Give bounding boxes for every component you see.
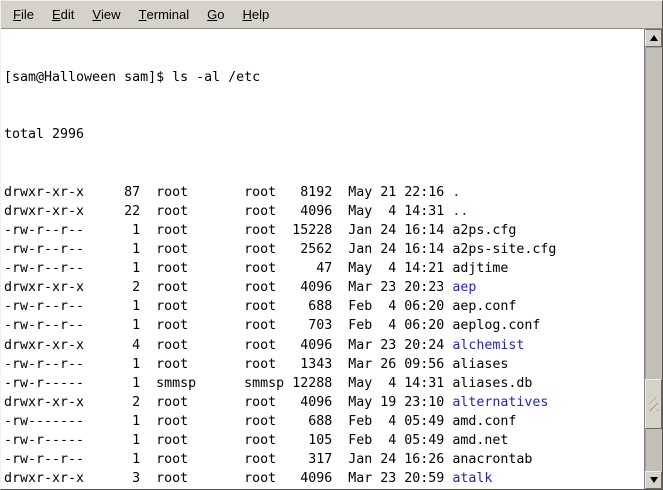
file-metadata: -rw-r----- 1 smmsp smmsp 12288 May 4 14:… [4, 376, 452, 391]
scroll-up-button[interactable] [645, 29, 662, 47]
file-metadata: -rw------- 1 root root 688 Feb 4 05:49 [4, 414, 452, 429]
arrow-up-icon [650, 35, 658, 41]
file-metadata: -rw-r--r-- 1 root root 703 Feb 4 06:20 [4, 318, 452, 333]
file-metadata: -rw-r--r-- 1 root root 15228 Jan 24 16:1… [4, 223, 452, 238]
file-metadata: -rw-r--r-- 1 root root 1343 Mar 26 09:56 [4, 357, 452, 372]
listing-row: -rw------- 1 root root 688 Feb 4 05:49 a… [4, 412, 644, 431]
file-metadata: drwxr-xr-x 4 root root 4096 Mar 23 20:24 [4, 338, 452, 353]
listing-row: -rw-r--r-- 1 root root 47 May 4 14:21 ad… [4, 259, 644, 278]
file-name: aliases [452, 357, 508, 372]
file-metadata: drwxr-xr-x 2 root root 4096 May 19 23:10 [4, 395, 452, 410]
file-name: alternatives [452, 395, 548, 410]
terminal-output[interactable]: [sam@Halloween sam]$ ls -al /etc total 2… [1, 29, 644, 489]
menu-item-terminal[interactable]: Terminal [130, 1, 199, 28]
file-metadata: -rw-r--r-- 1 root root 317 Jan 24 16:26 [4, 452, 452, 467]
scroll-down-button[interactable] [645, 471, 662, 489]
file-name: aliases.db [452, 376, 532, 391]
listing-row: drwxr-xr-x 4 root root 4096 Mar 23 20:24… [4, 336, 644, 355]
window-content: [sam@Halloween sam]$ ls -al /etc total 2… [1, 29, 662, 489]
file-metadata: drwxr-xr-x 2 root root 4096 Mar 23 20:23 [4, 280, 452, 295]
listing-row: drwxr-xr-x 3 root root 4096 Mar 23 20:59… [4, 469, 644, 488]
listing-row: drwxr-xr-x 22 root root 4096 May 4 14:31… [4, 202, 644, 221]
scrollbar-thumb[interactable] [645, 379, 662, 429]
file-name: anacrontab [452, 452, 532, 467]
listing-row: drwxr-xr-x 87 root root 8192 May 21 22:1… [4, 183, 644, 202]
scrollbar-trough[interactable] [645, 47, 662, 471]
file-listing: drwxr-xr-x 87 root root 8192 May 21 22:1… [4, 183, 644, 489]
file-metadata: drwxr-xr-x 87 root root 8192 May 21 22:1… [4, 185, 452, 200]
listing-row: -rw-r----- 1 smmsp smmsp 12288 May 4 14:… [4, 374, 644, 393]
file-metadata: -rw-r--r-- 1 root root 47 May 4 14:21 [4, 261, 452, 276]
menu-item-edit[interactable]: Edit [43, 1, 83, 28]
file-name: atalk [452, 471, 492, 486]
listing-row: -rw-r--r-- 1 root root 15228 Jan 24 16:1… [4, 221, 644, 240]
arrow-down-icon [650, 477, 658, 483]
file-name: .. [452, 204, 468, 219]
listing-row: -rw-r--r-- 1 root root 703 Feb 4 06:20 a… [4, 316, 644, 335]
terminal-window: FileEditViewTerminalGoHelp [sam@Hallowee… [0, 0, 663, 490]
file-metadata: -rw-r--r-- 1 root root 2562 Jan 24 16:14 [4, 242, 452, 257]
listing-row: -rw-r--r-- 1 root root 2562 Jan 24 16:14… [4, 240, 644, 259]
file-name: . [452, 185, 460, 200]
listing-row: -rw-r----- 1 root root 105 Feb 4 05:49 a… [4, 431, 644, 450]
menu-item-view[interactable]: View [83, 1, 129, 28]
listing-row: -rw------- 1 root root 1 Jan 24 16:45 at… [4, 488, 644, 489]
total-line: total 2996 [4, 125, 644, 144]
file-metadata: -rw-r--r-- 1 root root 688 Feb 4 06:20 [4, 299, 452, 314]
file-metadata: drwxr-xr-x 22 root root 4096 May 4 14:31 [4, 204, 452, 219]
file-metadata: -rw-r----- 1 root root 105 Feb 4 05:49 [4, 433, 452, 448]
file-name: aep [452, 280, 476, 295]
listing-row: -rw-r--r-- 1 root root 688 Feb 4 06:20 a… [4, 297, 644, 316]
menu-bar: FileEditViewTerminalGoHelp [1, 1, 662, 29]
file-name: amd.net [452, 433, 508, 448]
menu-item-help[interactable]: Help [234, 1, 279, 28]
listing-row: drwxr-xr-x 2 root root 4096 Mar 23 20:23… [4, 278, 644, 297]
file-name: alchemist [452, 338, 524, 353]
file-name: aeplog.conf [452, 318, 540, 333]
prompt-line: [sam@Halloween sam]$ ls -al /etc [4, 68, 644, 87]
menu-item-file[interactable]: File [4, 1, 43, 28]
file-name: aep.conf [452, 299, 516, 314]
scrollbar[interactable] [644, 29, 662, 489]
menu-item-go[interactable]: Go [198, 1, 233, 28]
file-metadata: drwxr-xr-x 3 root root 4096 Mar 23 20:59 [4, 471, 452, 486]
file-name: amd.conf [452, 414, 516, 429]
file-name: a2ps.cfg [452, 223, 516, 238]
file-name: a2ps-site.cfg [452, 242, 556, 257]
file-name: adjtime [452, 261, 508, 276]
listing-row: -rw-r--r-- 1 root root 317 Jan 24 16:26 … [4, 450, 644, 469]
listing-row: drwxr-xr-x 2 root root 4096 May 19 23:10… [4, 393, 644, 412]
listing-row: -rw-r--r-- 1 root root 1343 Mar 26 09:56… [4, 355, 644, 374]
